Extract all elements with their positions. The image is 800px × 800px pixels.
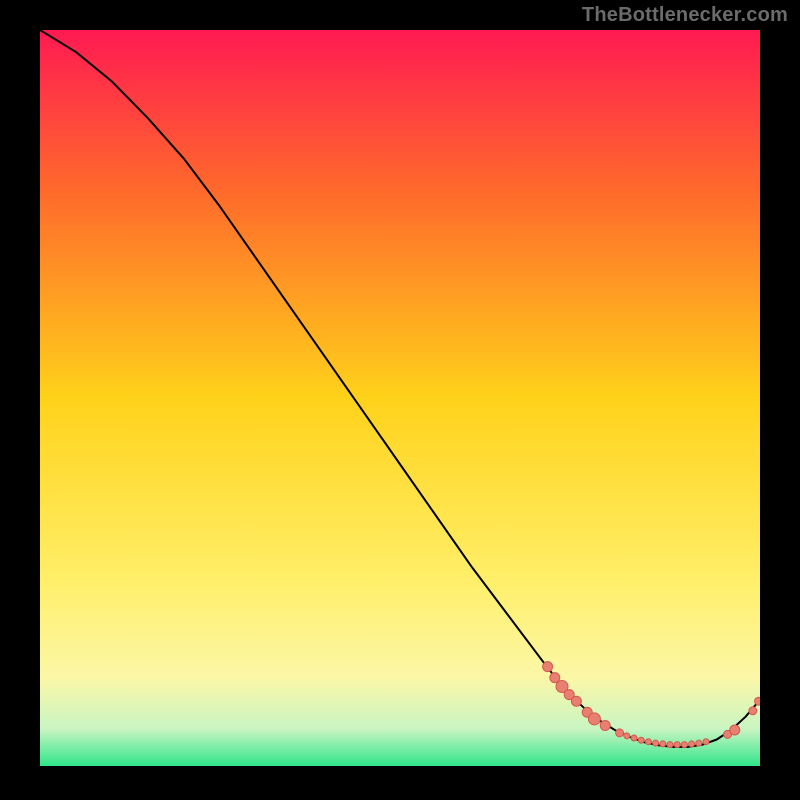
- scatter-dot: [667, 742, 673, 748]
- chart-svg: [40, 30, 760, 766]
- scatter-dot: [653, 740, 659, 746]
- scatter-dot: [600, 721, 610, 731]
- scatter-dot: [703, 739, 709, 745]
- scatter-dot: [689, 741, 695, 747]
- scatter-dot: [696, 740, 702, 746]
- scatter-dot: [730, 725, 740, 735]
- plot-area: [40, 30, 760, 766]
- scatter-dot: [624, 733, 630, 739]
- scatter-dot: [681, 742, 687, 748]
- scatter-dot: [645, 739, 651, 745]
- chart-container: TheBottlenecker.com: [0, 0, 800, 800]
- scatter-dot: [749, 707, 757, 715]
- scatter-dot: [674, 742, 680, 748]
- gradient-background: [40, 30, 760, 766]
- scatter-dot: [588, 713, 600, 725]
- scatter-dot: [631, 735, 637, 741]
- scatter-dot: [543, 662, 553, 672]
- scatter-dot: [660, 741, 666, 747]
- scatter-dot: [571, 696, 581, 706]
- scatter-dot: [616, 729, 624, 737]
- scatter-dot: [755, 697, 760, 705]
- attribution-text: TheBottlenecker.com: [582, 4, 788, 27]
- scatter-dot: [638, 737, 644, 743]
